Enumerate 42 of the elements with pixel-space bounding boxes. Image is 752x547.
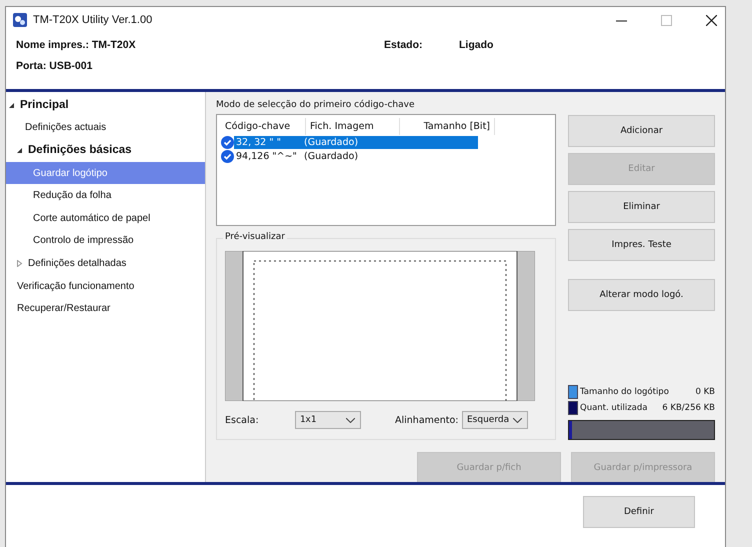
field-label: Escala: — [225, 414, 260, 426]
section-label: Modo de selecção do primeiro código-chave — [216, 100, 416, 110]
list-row[interactable]: 94,126 "^~" (Guardado) — [234, 150, 478, 162]
legend-label: Tamanho do logótipo — [580, 387, 670, 397]
legend-value: 0 KB — [695, 387, 715, 397]
tree-item[interactable]: Recuperar/Restaurar — [6, 297, 205, 320]
apply-button[interactable]: Definir — [583, 496, 695, 528]
status-label: Estado: — [384, 39, 424, 51]
status-value: Ligado — [459, 39, 494, 51]
tree-item[interactable]: Principal — [6, 94, 205, 117]
scale-dropdown[interactable]: 1x1 — [295, 411, 361, 429]
check-circle-icon[interactable] — [221, 150, 234, 162]
field-label: Alinhamento: — [395, 414, 460, 426]
chevron-down-icon — [346, 418, 355, 422]
window-title: TM-T20X Utility Ver.1.00 — [33, 14, 152, 26]
check-circle-icon[interactable] — [221, 136, 234, 148]
legend-value: 6 KB/256 KB — [662, 403, 715, 413]
legend-label: Quant. utilizada — [580, 403, 648, 413]
action-button[interactable]: Eliminar — [568, 191, 715, 223]
expanded-triangle-icon[interactable] — [8, 102, 15, 109]
tree-item[interactable]: Corte automático de papel — [6, 206, 205, 230]
action-button[interactable]: Adicionar — [568, 115, 715, 147]
action-button[interactable]: Impres. Teste — [568, 229, 715, 261]
tree-item[interactable]: Definições actuais — [6, 116, 205, 140]
alignment-dropdown[interactable]: Esquerda — [462, 411, 528, 429]
collapsed-triangle-icon[interactable] — [16, 260, 23, 267]
tree-item[interactable]: Definições básicas — [6, 139, 205, 162]
port-name: Porta: USB-001 — [16, 60, 92, 72]
group-title: Pré-visualizar — [223, 232, 287, 242]
list-row[interactable]: 32, 32 " " (Guardado) — [234, 136, 478, 148]
printer-name: Nome impres.: TM-T20X — [16, 39, 137, 51]
action-button[interactable]: Alterar modo logó. — [568, 279, 715, 311]
tree-item[interactable]: Definições detalhadas — [6, 252, 205, 275]
column-header[interactable]: Fich. Imagem — [306, 118, 400, 135]
chevron-down-icon — [513, 418, 522, 422]
tree-item[interactable]: Controlo de impressão — [6, 230, 205, 252]
tree-item[interactable]: Verificação funcionamento — [6, 274, 205, 298]
column-header[interactable]: Tamanho [Bit] — [400, 118, 495, 135]
tree-item[interactable]: Redução da folha — [6, 184, 205, 207]
expanded-triangle-icon[interactable] — [16, 146, 23, 154]
column-header[interactable]: Código-chave — [221, 118, 306, 135]
close-icon[interactable] — [706, 14, 717, 26]
